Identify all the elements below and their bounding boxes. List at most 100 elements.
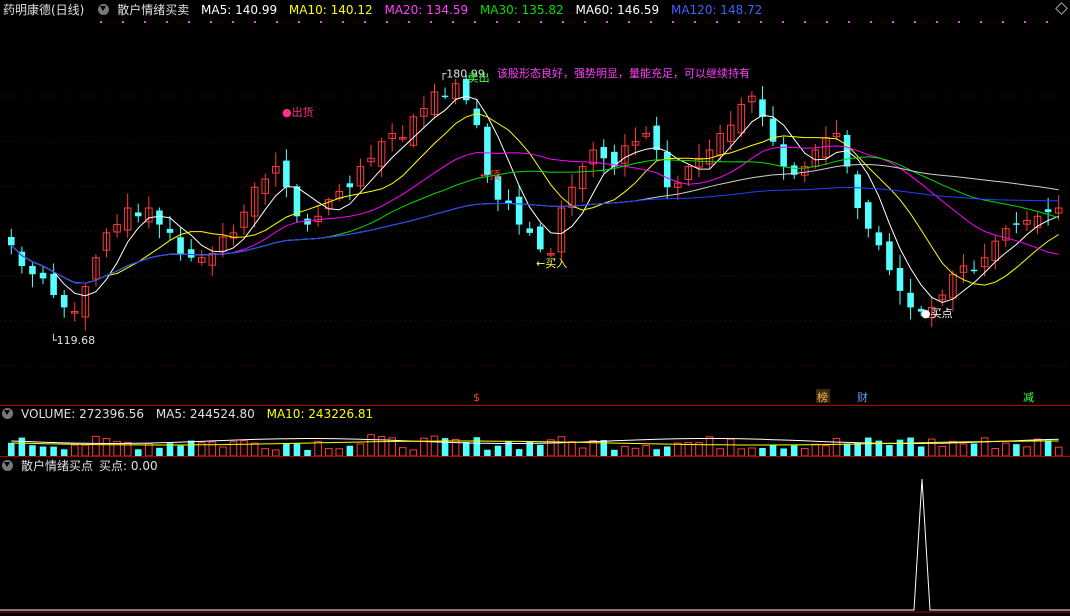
volume-bar: [208, 441, 217, 456]
signal-dot: [518, 21, 520, 23]
signal-dot: [386, 21, 388, 23]
volume-bar: [1013, 444, 1020, 456]
volume-bar: [324, 448, 333, 456]
volume-bar: [769, 445, 777, 456]
signal-dot: [606, 21, 608, 23]
candle-body: [526, 228, 533, 233]
candle-body: [473, 108, 481, 126]
signal-dot: [430, 21, 432, 23]
volume-bar: [430, 435, 439, 456]
collapse-icon[interactable]: [98, 4, 110, 15]
signal-dot: [892, 21, 894, 23]
signal-dot: [650, 21, 652, 23]
candle-body: [346, 183, 354, 188]
signal-dot: [584, 21, 586, 23]
volume-bar: [864, 437, 872, 456]
marker-jian: 减: [1023, 391, 1034, 404]
volume-bar: [367, 434, 375, 456]
volume-bar: [102, 438, 111, 456]
signal-dot: [342, 21, 344, 23]
indicator-line: [0, 478, 1070, 611]
volume-bar: [811, 443, 820, 456]
volume-bar: [39, 446, 47, 456]
volume-chart[interactable]: [0, 423, 1070, 456]
signal-dot: [628, 21, 630, 23]
ma30-line: [10, 156, 1059, 284]
main-header: 药明康德(日线) 散户情绪买卖 MA5: 140.99 MA10: 140.12…: [0, 1, 770, 19]
diamond-icon[interactable]: [1055, 2, 1068, 15]
volume-bar: [790, 445, 798, 456]
indicator-chart[interactable]: [0, 475, 1070, 615]
indicator-pane-name: 散户情绪买点: [21, 459, 94, 473]
candle-body: [600, 147, 608, 159]
main-chart[interactable]: ┌180.99卖出└119.68●出货←顶←买入●买点该股形态良好，强势明显，量…: [0, 18, 1070, 406]
volume-bar: [737, 448, 746, 456]
top-signal-label: ←顶: [480, 169, 500, 182]
indicator-header: 散户情绪买点 买点: 0.00: [0, 457, 166, 475]
candle-body: [875, 232, 883, 246]
candle-body: [304, 218, 311, 225]
volume-bar: [568, 441, 576, 456]
marker-cai: 财: [857, 390, 868, 404]
signal-dot: [210, 21, 212, 23]
volume-bar: [938, 445, 947, 456]
signal-dot: [760, 21, 762, 23]
volume-bar: [1033, 438, 1042, 456]
candle-body: [166, 228, 174, 233]
volume-bar: [832, 438, 841, 456]
volume-bar: [726, 438, 735, 456]
volume-bar: [663, 446, 671, 456]
signal-dot: [980, 21, 982, 23]
volume-bar: [970, 443, 978, 456]
signal-dot: [254, 21, 256, 23]
candle-body: [484, 126, 491, 175]
volume-bar: [219, 446, 227, 456]
signal-dot: [1002, 21, 1004, 23]
signal-dot: [540, 21, 542, 23]
signal-dot: [364, 21, 366, 23]
collapse-icon[interactable]: [2, 408, 13, 419]
signal-dot: [782, 21, 784, 23]
signal-dot: [276, 21, 278, 23]
volume-bar: [780, 448, 787, 456]
volume-header: VOLUME: 272396.56 MA5: 244524.80 MA10: 2…: [0, 405, 381, 423]
volume-bar: [92, 435, 100, 456]
volume-bar: [240, 440, 248, 456]
signal-dot: [320, 21, 322, 23]
volume-bar: [886, 444, 893, 456]
stock-title[interactable]: 药明康德(日线): [3, 3, 84, 17]
signal-dot: [1024, 21, 1026, 23]
volume-bar: [705, 436, 714, 456]
volume-bar: [991, 448, 1000, 456]
volume-bar: [801, 448, 809, 456]
collapse-icon[interactable]: [2, 460, 13, 471]
volume-bar: [70, 444, 79, 456]
volume-bar: [314, 440, 322, 456]
volume-ma5: MA5: 244524.80: [155, 407, 255, 421]
signal-dot: [144, 21, 146, 23]
volume-bar: [8, 442, 15, 456]
volume-bar: [346, 445, 354, 456]
volume-bar: [398, 447, 407, 456]
signal-dot: [496, 21, 498, 23]
indicator-value: 买点: 0.00: [99, 459, 158, 473]
volume-bar: [1002, 442, 1010, 456]
volume-bar: [537, 444, 544, 456]
candle-body: [970, 269, 978, 272]
volume-bar: [907, 437, 914, 456]
candle-body: [283, 160, 290, 188]
signal-dot: [694, 21, 696, 23]
volume-bar: [81, 444, 90, 456]
volume-bar: [60, 449, 68, 456]
signal-dot: [958, 21, 960, 23]
low-price-label: └119.68: [50, 333, 95, 347]
volume-bar: [356, 443, 365, 456]
volume-bar: [335, 448, 344, 456]
indicator-name[interactable]: 散户情绪买卖: [117, 3, 189, 17]
ma30-value: MA30: 135.82: [479, 3, 564, 17]
volume-bar: [1044, 440, 1052, 456]
signal-dot: [870, 21, 872, 23]
volume-bar: [50, 446, 57, 456]
signal-dot: [474, 21, 476, 23]
ma5-value: MA5: 140.99: [201, 3, 278, 17]
